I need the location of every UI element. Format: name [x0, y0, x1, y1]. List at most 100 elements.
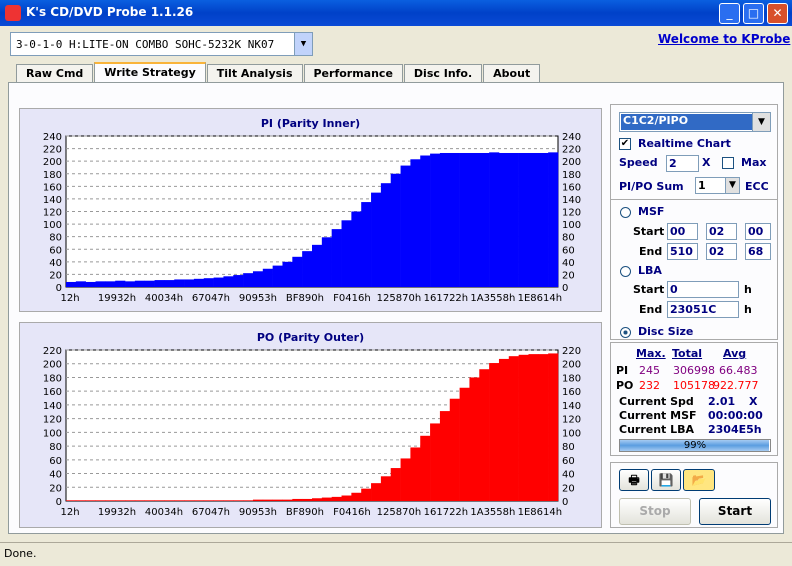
- disc-size-radio[interactable]: [620, 327, 631, 338]
- bar: [489, 152, 500, 287]
- bar: [193, 500, 205, 501]
- divider: [611, 199, 777, 200]
- msf-end-sec[interactable]: 02: [706, 243, 737, 260]
- save-button[interactable]: 💾: [651, 469, 681, 491]
- speed-input[interactable]: 2: [666, 155, 699, 172]
- pi-label: PI: [616, 364, 629, 377]
- bar: [272, 499, 283, 501]
- y-tick-label: 180: [43, 373, 62, 384]
- bar: [449, 398, 460, 501]
- x-tick-label: F0416h: [333, 507, 371, 518]
- msf-start-sec[interactable]: 02: [706, 223, 737, 240]
- msf-start-min[interactable]: 00: [667, 223, 698, 240]
- y-tick-label: 120: [43, 208, 62, 219]
- minimize-button[interactable]: _: [719, 3, 740, 24]
- bar: [331, 229, 342, 287]
- bar: [282, 499, 293, 501]
- tab-performance[interactable]: Performance: [303, 64, 403, 82]
- y-tick-label: 40: [49, 470, 62, 481]
- stats-panel: Max. Total Avg PI 245 306998 66.483 PO 2…: [610, 342, 778, 456]
- pi-max: 245: [639, 364, 660, 377]
- bar: [66, 500, 77, 501]
- printer-icon: 🖶: [628, 473, 640, 487]
- status-text: Done.: [4, 547, 37, 560]
- lba-label: LBA: [638, 264, 662, 277]
- tab-write-strategy[interactable]: Write Strategy: [94, 62, 206, 82]
- msf-radio[interactable]: [620, 207, 631, 218]
- lba-end-input[interactable]: 23051C: [667, 301, 739, 318]
- chevron-down-icon[interactable]: ▼: [294, 33, 312, 55]
- tab-about[interactable]: About: [483, 64, 541, 82]
- y-tick-label-right: 180: [562, 373, 581, 384]
- lba-start-input[interactable]: 0: [667, 281, 739, 298]
- welcome-link[interactable]: Welcome to KProbe: [658, 32, 790, 46]
- bar: [262, 268, 273, 287]
- maximize-button[interactable]: □: [743, 3, 764, 24]
- print-button[interactable]: 🖶: [619, 469, 649, 491]
- bar: [223, 276, 234, 287]
- drive-select[interactable]: 3-0-1-0 H:LITE-ON COMBO SOHC-5232K NK07 ▼: [10, 32, 313, 56]
- bar: [243, 500, 254, 501]
- bar: [528, 152, 539, 287]
- bar: [203, 278, 214, 287]
- pi-avg: 66.483: [719, 364, 758, 377]
- x-tick-label: 12h: [60, 293, 79, 304]
- y-tick-label-right: 160: [562, 387, 581, 398]
- bar: [134, 500, 146, 501]
- bar: [518, 152, 529, 287]
- x-tick-label: 40034h: [145, 507, 183, 518]
- bar: [312, 244, 323, 287]
- bar: [390, 468, 401, 501]
- x-tick-label: 67047h: [192, 507, 230, 518]
- sum-select[interactable]: 1 ▼: [695, 177, 740, 194]
- bar: [75, 281, 86, 287]
- bar: [331, 496, 342, 501]
- bar: [439, 152, 451, 287]
- msf-start-frame[interactable]: 00: [745, 223, 771, 240]
- bar: [489, 363, 500, 501]
- close-button[interactable]: ✕: [767, 3, 788, 24]
- avg-header: Avg: [723, 347, 747, 360]
- y-tick-label-right: 140: [562, 195, 581, 206]
- x-tick-label: 19932h: [98, 293, 136, 304]
- bar: [184, 279, 195, 287]
- bar: [85, 500, 96, 501]
- bar: [115, 280, 126, 287]
- tab-raw-cmd[interactable]: Raw Cmd: [16, 64, 94, 82]
- chevron-down-icon[interactable]: ▼: [752, 113, 770, 131]
- lba-radio[interactable]: [620, 266, 631, 277]
- total-header: Total: [672, 347, 703, 360]
- x-tick-label: 161722h: [424, 507, 469, 518]
- bar: [223, 500, 234, 501]
- bar: [213, 277, 224, 287]
- lba-end-label: End: [639, 303, 663, 316]
- open-button[interactable]: 📂: [683, 469, 715, 491]
- y-tick-label: 80: [49, 233, 62, 244]
- x-tick-label: 12h: [60, 507, 79, 518]
- stop-button[interactable]: Stop: [619, 498, 691, 525]
- current-speed-unit: X: [749, 395, 758, 408]
- tab-tilt-analysis[interactable]: Tilt Analysis: [206, 64, 303, 82]
- msf-end-frame[interactable]: 68: [745, 243, 771, 260]
- y-tick-label: 20: [49, 270, 62, 281]
- start-button[interactable]: Start: [699, 498, 771, 525]
- y-tick-label-right: 240: [562, 132, 581, 143]
- current-lba-label: Current LBA: [619, 423, 695, 436]
- bar: [282, 261, 293, 287]
- app-icon: [5, 5, 21, 21]
- y-tick-label: 240: [43, 132, 62, 143]
- po-chart: PO (Parity Outer) 0 0 20 20 40 40 60 60 80 80 100 1…: [19, 322, 602, 528]
- tab-disc-info[interactable]: Disc Info.: [403, 64, 483, 82]
- bar: [351, 211, 362, 287]
- msf-end-min[interactable]: 510: [667, 243, 698, 260]
- y-tick-label-right: 60: [562, 245, 575, 256]
- chevron-down-icon[interactable]: ▼: [725, 178, 739, 193]
- title-bar: K's CD/DVD Probe 1.1.26: [0, 0, 792, 26]
- realtime-checkbox[interactable]: ✔: [619, 138, 631, 150]
- bar: [213, 500, 224, 501]
- bar: [85, 281, 96, 287]
- mode-select[interactable]: C1C2/PIPO ▼: [619, 112, 771, 132]
- y-tick-label: 200: [43, 157, 62, 168]
- progress-bar: 99%: [619, 439, 771, 452]
- max-checkbox[interactable]: [722, 157, 734, 169]
